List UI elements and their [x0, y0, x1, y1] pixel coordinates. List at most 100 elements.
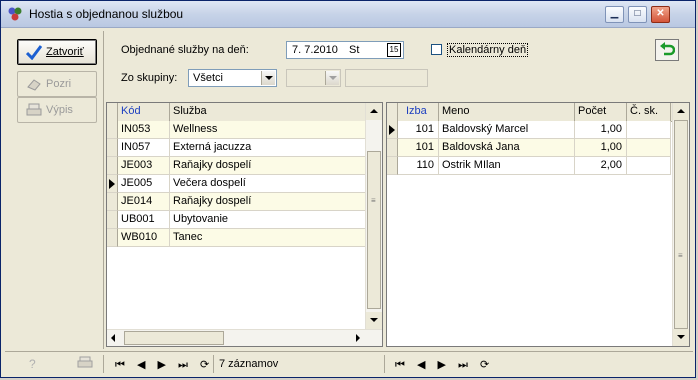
service-name-cell[interactable]: Wellness: [170, 121, 366, 139]
scroll-up-button[interactable]: [366, 103, 382, 120]
service-name-cell[interactable]: Externá jacuzza: [170, 139, 366, 157]
minimize-button[interactable]: ▁: [605, 6, 624, 23]
column-header-service[interactable]: Služba: [170, 103, 366, 121]
row-indicator[interactable]: [107, 157, 118, 175]
group-number-cell[interactable]: [627, 121, 671, 139]
chevron-down-icon[interactable]: [325, 71, 339, 85]
nav-prev-button[interactable]: ◀: [137, 358, 145, 371]
row-indicator[interactable]: [387, 139, 398, 157]
room-cell[interactable]: 101: [398, 121, 439, 139]
scroll-thumb[interactable]: ≡: [674, 120, 688, 329]
refresh-button[interactable]: ⟳: [480, 358, 489, 371]
scroll-up-button[interactable]: [673, 103, 689, 120]
close-window-button[interactable]: ✕: [651, 6, 670, 23]
guests-vscrollbar[interactable]: ≡: [672, 103, 689, 346]
row-indicator[interactable]: [107, 229, 118, 247]
group-value: Všetci: [193, 72, 223, 84]
action-panel: Zatvoriť Pozri Výpis: [5, 31, 104, 349]
row-indicator[interactable]: [107, 121, 118, 139]
column-header-name[interactable]: Meno: [439, 103, 575, 121]
column-header-room[interactable]: Izba: [398, 103, 439, 121]
service-code-cell[interactable]: JE014: [118, 193, 170, 211]
service-code-cell[interactable]: IN053: [118, 121, 170, 139]
help-icon[interactable]: ?: [29, 357, 36, 371]
service-name-cell[interactable]: Ubytovanie: [170, 211, 366, 229]
service-code-cell[interactable]: JE003: [118, 157, 170, 175]
count-cell[interactable]: 1,00: [575, 139, 627, 157]
guests-header: Izba Meno Počet Č. sk.: [387, 103, 673, 122]
service-name-cell[interactable]: Raňajky dospelí: [170, 193, 366, 211]
back-button[interactable]: [655, 39, 679, 61]
guest-name-cell[interactable]: Baldovská Jana: [439, 139, 575, 157]
subgroup-select[interactable]: [286, 69, 341, 87]
nav-last-button[interactable]: ⏭: [178, 359, 188, 372]
room-cell[interactable]: 110: [398, 157, 439, 175]
service-name-cell[interactable]: Večera dospelí: [170, 175, 366, 193]
nav-next-button[interactable]: ▶: [158, 358, 166, 371]
printer-icon: [26, 103, 42, 116]
extra-field: [345, 69, 428, 87]
table-row[interactable]: IN057 Externá jacuzza: [107, 139, 366, 157]
row-indicator[interactable]: [107, 175, 118, 193]
title-bar[interactable]: Hostia s objednanou službou ▁ □ ✕: [1, 1, 695, 28]
row-indicator[interactable]: [387, 157, 398, 175]
view-button[interactable]: Pozri: [17, 71, 97, 97]
table-row[interactable]: UB001 Ubytovanie: [107, 211, 366, 229]
maximize-button[interactable]: □: [628, 6, 647, 23]
services-header: Kód Služba: [107, 103, 366, 122]
service-name-cell[interactable]: Tanec: [170, 229, 366, 247]
table-row[interactable]: JE014 Raňajky dospelí: [107, 193, 366, 211]
column-header-count[interactable]: Počet: [575, 103, 627, 121]
services-hscrollbar[interactable]: [107, 329, 382, 346]
count-cell[interactable]: 2,00: [575, 157, 627, 175]
nav-prev-button[interactable]: ◀: [417, 358, 425, 371]
table-row[interactable]: 101 Baldovský Marcel 1,00: [387, 121, 671, 139]
row-indicator[interactable]: [107, 139, 118, 157]
printer-icon[interactable]: [77, 356, 93, 370]
close-button[interactable]: Zatvoriť: [17, 39, 97, 65]
column-header-group-no[interactable]: Č. sk.: [627, 103, 671, 121]
guest-name-cell[interactable]: Ostrik MIlan: [439, 157, 575, 175]
nav-last-button[interactable]: ⏭: [458, 359, 468, 372]
service-code-cell[interactable]: IN057: [118, 139, 170, 157]
row-indicator[interactable]: [107, 193, 118, 211]
service-code-cell[interactable]: JE005: [118, 175, 170, 193]
nav-next-button[interactable]: ▶: [438, 358, 446, 371]
service-name-cell[interactable]: Raňajky dospelí: [170, 157, 366, 175]
table-row[interactable]: JE003 Raňajky dospelí: [107, 157, 366, 175]
hscroll-thumb[interactable]: [124, 331, 224, 345]
scroll-thumb[interactable]: ≡: [367, 151, 381, 309]
scroll-left-icon[interactable]: [111, 334, 115, 342]
service-code-cell[interactable]: WB010: [118, 229, 170, 247]
group-select[interactable]: Všetci: [188, 69, 277, 87]
scroll-right-icon[interactable]: [356, 334, 360, 342]
group-number-cell[interactable]: [627, 139, 671, 157]
print-button[interactable]: Výpis: [17, 97, 97, 123]
table-row[interactable]: JE005 Večera dospelí: [107, 175, 366, 193]
table-row[interactable]: IN053 Wellness: [107, 121, 366, 139]
service-code-cell[interactable]: UB001: [118, 211, 170, 229]
table-row[interactable]: 110 Ostrik MIlan 2,00: [387, 157, 671, 175]
calendar-icon[interactable]: 15: [387, 43, 401, 57]
date-field[interactable]: 7. 7.2010 St 15: [286, 41, 404, 59]
scroll-down-button[interactable]: [673, 329, 689, 346]
row-indicator[interactable]: [107, 211, 118, 229]
refresh-button[interactable]: ⟳: [200, 358, 209, 371]
table-row[interactable]: 101 Baldovská Jana 1,00: [387, 139, 671, 157]
group-number-cell[interactable]: [627, 157, 671, 175]
nav-first-button[interactable]: ⏮: [115, 359, 125, 372]
chevron-down-icon[interactable]: [261, 71, 275, 85]
table-row[interactable]: WB010 Tanec: [107, 229, 366, 247]
scroll-down-button[interactable]: [366, 312, 382, 329]
calendar-days-checkbox[interactable]: [431, 44, 442, 55]
day-value: St: [349, 44, 360, 56]
guest-name-cell[interactable]: Baldovský Marcel: [439, 121, 575, 139]
count-cell[interactable]: 1,00: [575, 121, 627, 139]
row-indicator[interactable]: [387, 121, 398, 139]
nav-first-button[interactable]: ⏮: [395, 359, 405, 372]
column-header-code[interactable]: Kód: [118, 103, 170, 121]
room-cell[interactable]: 101: [398, 139, 439, 157]
services-vscrollbar[interactable]: ≡: [365, 103, 382, 329]
date-value: 7. 7.2010: [292, 44, 338, 56]
guests-navigator: ⏮ ◀ ▶ ⏭ ⟳: [395, 358, 498, 372]
